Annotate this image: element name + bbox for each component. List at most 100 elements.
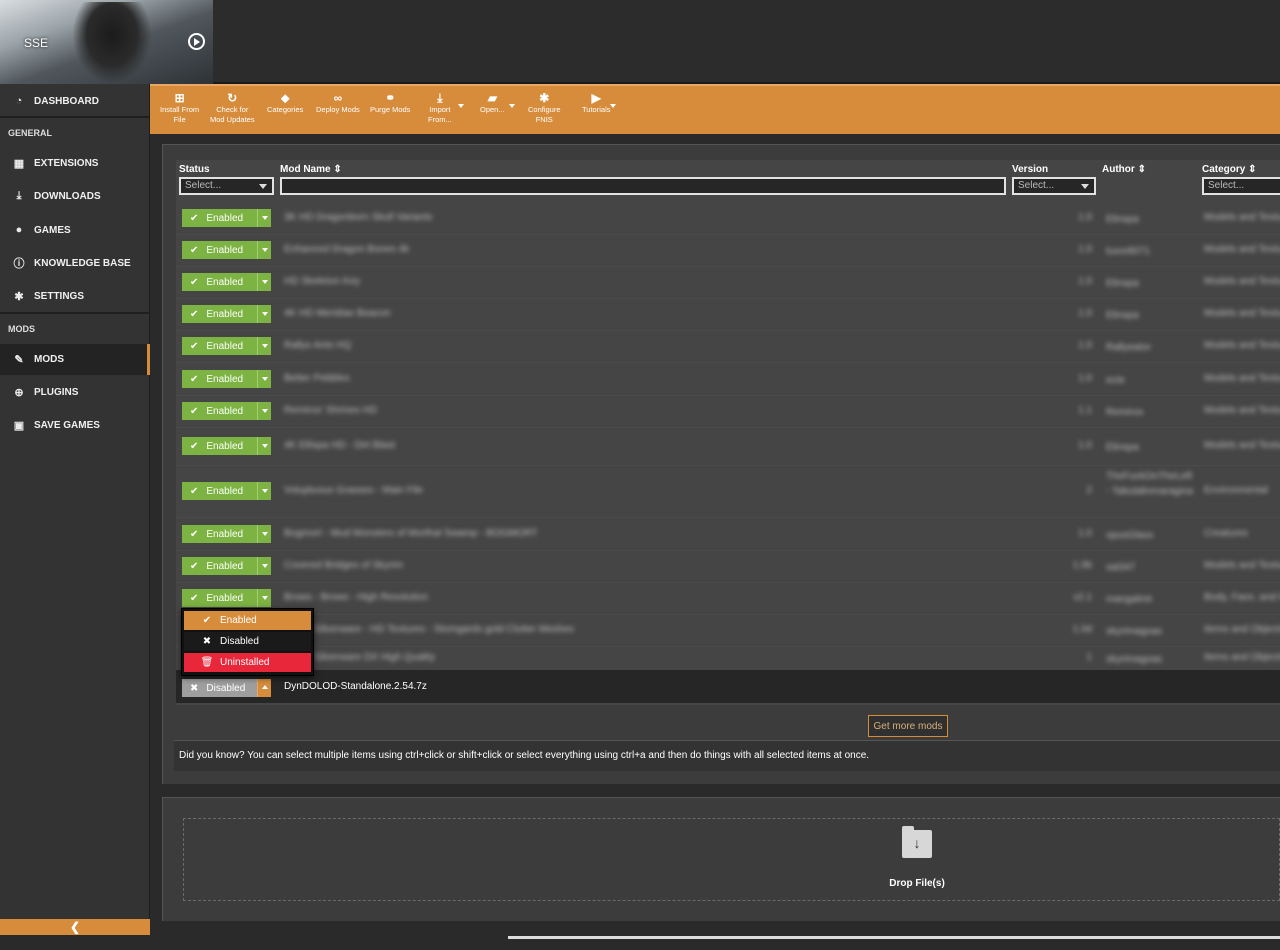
- chevron-down-icon[interactable]: [458, 104, 464, 108]
- mod-version: 1.0: [1078, 528, 1092, 539]
- sidebar-item-settings[interactable]: ✱ SETTINGS: [0, 282, 150, 310]
- column-header-category[interactable]: Category ⇕: [1202, 164, 1257, 175]
- sidebar-item-plugins[interactable]: ⊕ PLUGINS: [0, 378, 150, 406]
- deploy-mods-button[interactable]: ∞ Deploy Mods: [316, 92, 360, 115]
- status-dropdown[interactable]: ✔ Enabled: [182, 209, 271, 227]
- purge-mods-button[interactable]: ⚭ Purge Mods: [370, 92, 410, 115]
- mod-version: 1.0: [1078, 244, 1092, 255]
- status-dropdown[interactable]: ✔ Enabled: [182, 589, 271, 607]
- folder-download-icon: ↓: [902, 826, 932, 858]
- chevron-down-icon[interactable]: [257, 209, 271, 227]
- chevron-down-icon[interactable]: [257, 337, 271, 355]
- mod-author: Remiros: [1106, 407, 1144, 418]
- table-row-selected[interactable]: ✖ Disabled DynDOLOD-Standalone.2.54.7z: [176, 670, 1280, 703]
- collapse-sidebar-button[interactable]: ❮: [0, 919, 150, 935]
- tip-bar: Did you know? You can select multiple it…: [174, 740, 1280, 771]
- sidebar-item-dashboard[interactable]: ◔ DASHBOARD: [0, 87, 150, 115]
- import-from-button[interactable]: ⤓ Import From...: [428, 92, 452, 125]
- sidebar-item-label: GAMES: [34, 224, 71, 236]
- open-button[interactable]: ▰ Open...: [480, 92, 505, 115]
- sidebar-item-label: SAVE GAMES: [34, 419, 100, 431]
- drop-zone[interactable]: [183, 818, 1280, 901]
- sidebar-item-games[interactable]: ● GAMES: [0, 216, 150, 244]
- plus-circle-icon: ⊕: [14, 386, 24, 399]
- menu-item-uninstalled[interactable]: 🗑 Uninstalled: [184, 653, 311, 672]
- mod-category: Models and Textures: [1204, 212, 1280, 223]
- chevron-down-icon[interactable]: [257, 370, 271, 388]
- mod-author: luxor8071: [1106, 246, 1150, 257]
- chevron-left-icon: ❮: [69, 920, 81, 934]
- mod-author: Elinspa: [1106, 310, 1139, 321]
- column-header-author[interactable]: Author ⇕: [1102, 164, 1146, 175]
- sidebar-item-label: KNOWLEDGE BASE: [34, 257, 131, 269]
- mod-version: 1.0: [1078, 340, 1092, 351]
- chevron-up-icon[interactable]: [257, 679, 271, 697]
- mod-version: 1.0b: [1072, 560, 1092, 571]
- close-icon: ✖: [190, 682, 199, 694]
- status-dropdown[interactable]: ✔ Enabled: [182, 370, 271, 388]
- status-dropdown[interactable]: ✔ Enabled: [182, 437, 271, 455]
- section-general: GENERAL: [0, 116, 150, 146]
- mod-name: Remiros' Shrines HD: [284, 405, 378, 416]
- sidebar-item-label: SETTINGS: [34, 290, 85, 302]
- get-more-mods-button[interactable]: Get more mods: [868, 715, 948, 737]
- category-filter-select[interactable]: Select...: [1202, 177, 1280, 195]
- menu-item-disabled[interactable]: ✖ Disabled: [184, 632, 311, 651]
- sidebar-item-knowledge-base[interactable]: ⓘ KNOWLEDGE BASE: [0, 249, 150, 277]
- mod-category: Creatures: [1204, 528, 1248, 539]
- scrollbar[interactable]: [508, 936, 1280, 939]
- chevron-down-icon[interactable]: [257, 482, 271, 500]
- configure-fnis-button[interactable]: ✱ Configure FNIS: [528, 92, 561, 125]
- sidebar-item-save-games[interactable]: ▣ SAVE GAMES: [0, 411, 150, 439]
- mod-name: Better Pebbles: [284, 373, 350, 384]
- version-filter-select[interactable]: Select...: [1012, 177, 1096, 195]
- mod-author: Rallyeator: [1106, 342, 1152, 353]
- sidebar: ◔ DASHBOARD GENERAL ▦ EXTENSIONS ⤓ DOWNL…: [0, 84, 150, 935]
- sidebar-item-label: MODS: [34, 354, 64, 365]
- sidebar-item-extensions[interactable]: ▦ EXTENSIONS: [0, 149, 150, 177]
- status-dropdown[interactable]: ✔ Enabled: [182, 305, 271, 323]
- status-menu: ✔ Enabled ✖ Disabled 🗑 Uninstalled: [181, 608, 314, 676]
- mod-category: Models and Textures: [1204, 308, 1280, 319]
- chevron-down-icon[interactable]: [257, 557, 271, 575]
- chevron-down-icon[interactable]: [257, 241, 271, 259]
- mod-name-filter-input[interactable]: [280, 177, 1006, 195]
- status-filter-select[interactable]: Select...: [179, 177, 274, 195]
- chevron-down-icon[interactable]: [257, 305, 271, 323]
- play-icon[interactable]: [188, 33, 205, 50]
- game-banner[interactable]: SSE: [0, 0, 213, 84]
- row-divider: [176, 465, 1280, 466]
- mods-toolbar: ⊞ Install From File ↻ Check for Mod Upda…: [150, 84, 1280, 134]
- check-updates-button[interactable]: ↻ Check for Mod Updates: [210, 92, 255, 125]
- sidebar-item-downloads[interactable]: ⤓ DOWNLOADS: [0, 182, 150, 210]
- chevron-down-icon[interactable]: [257, 589, 271, 607]
- check-icon: ✔: [190, 405, 199, 417]
- status-dropdown[interactable]: ✖ Disabled: [182, 679, 271, 697]
- status-dropdown[interactable]: ✔ Enabled: [182, 402, 271, 420]
- chevron-down-icon[interactable]: [257, 525, 271, 543]
- menu-item-enabled[interactable]: ✔ Enabled: [184, 611, 311, 630]
- chevron-down-icon[interactable]: [257, 437, 271, 455]
- column-header-version[interactable]: Version: [1012, 164, 1048, 175]
- mod-version: 1: [1086, 652, 1092, 663]
- status-dropdown[interactable]: ✔ Enabled: [182, 273, 271, 291]
- tutorials-button[interactable]: ▶ Tutorials: [582, 92, 610, 115]
- install-from-file-button[interactable]: ⊞ Install From File: [160, 92, 199, 125]
- link-icon: ∞: [333, 91, 343, 105]
- sidebar-item-mods[interactable]: ✎ MODS: [0, 344, 150, 375]
- column-header-mod-name[interactable]: Mod Name ⇕: [280, 164, 342, 175]
- status-dropdown[interactable]: ✔ Enabled: [182, 525, 271, 543]
- status-dropdown[interactable]: ✔ Enabled: [182, 482, 271, 500]
- row-divider: [176, 234, 1280, 235]
- chevron-down-icon[interactable]: [257, 402, 271, 420]
- status-dropdown[interactable]: ✔ Enabled: [182, 337, 271, 355]
- status-dropdown[interactable]: ✔ Enabled: [182, 557, 271, 575]
- chevron-down-icon[interactable]: [610, 104, 616, 108]
- row-divider: [176, 582, 1280, 583]
- status-dropdown[interactable]: ✔ Enabled: [182, 241, 271, 259]
- column-header-status[interactable]: Status: [179, 164, 210, 175]
- categories-button[interactable]: ⬥ Categories: [267, 92, 303, 115]
- chevron-down-icon[interactable]: [257, 273, 271, 291]
- mod-author: skyrimagoas: [1106, 654, 1163, 665]
- chevron-down-icon[interactable]: [509, 104, 515, 108]
